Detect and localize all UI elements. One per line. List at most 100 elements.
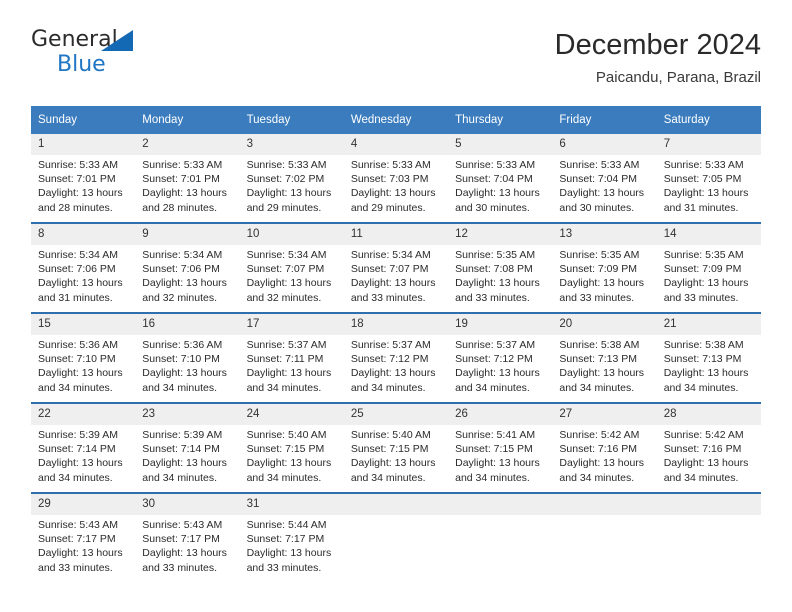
daylight-text-line1: Daylight: 13 hours (142, 367, 227, 380)
day-info: Sunrise: 5:41 AM Sunset: 7:15 PM Dayligh… (448, 425, 552, 485)
sunset-text: Sunset: 7:14 PM (38, 443, 116, 456)
day-number (343, 494, 449, 515)
day-cell[interactable]: 18 Sunrise: 5:37 AM Sunset: 7:12 PM Dayl… (343, 312, 449, 403)
day-info: Sunrise: 5:33 AM Sunset: 7:01 PM Dayligh… (31, 155, 135, 215)
day-cell[interactable]: 28 Sunrise: 5:42 AM Sunset: 7:16 PM Dayl… (656, 402, 761, 493)
daylight-text-line1: Daylight: 13 hours (38, 277, 123, 290)
day-info: Sunrise: 5:33 AM Sunset: 7:02 PM Dayligh… (240, 155, 344, 215)
sunrise-text: Sunrise: 5:35 AM (455, 249, 536, 261)
day-cell[interactable]: 9 Sunrise: 5:34 AM Sunset: 7:06 PM Dayli… (135, 222, 240, 313)
day-cell[interactable]: 24 Sunrise: 5:40 AM Sunset: 7:15 PM Dayl… (239, 402, 344, 493)
day-cell[interactable]: 7 Sunrise: 5:33 AM Sunset: 7:05 PM Dayli… (656, 134, 761, 223)
day-info: Sunrise: 5:34 AM Sunset: 7:07 PM Dayligh… (240, 245, 344, 305)
day-number: 1 (31, 134, 136, 155)
day-cell[interactable]: 14 Sunrise: 5:35 AM Sunset: 7:09 PM Dayl… (656, 222, 761, 313)
daylight-text-line2: and 34 minutes. (246, 471, 322, 484)
day-cell-empty (656, 492, 761, 582)
day-info: Sunrise: 5:42 AM Sunset: 7:16 PM Dayligh… (657, 425, 761, 485)
day-info: Sunrise: 5:33 AM Sunset: 7:03 PM Dayligh… (344, 155, 448, 215)
day-cell[interactable]: 3 Sunrise: 5:33 AM Sunset: 7:02 PM Dayli… (239, 134, 344, 223)
sunrise-text: Sunrise: 5:37 AM (455, 339, 536, 351)
day-cell[interactable]: 27 Sunrise: 5:42 AM Sunset: 7:16 PM Dayl… (552, 402, 657, 493)
daylight-text-line2: and 30 minutes. (455, 201, 530, 214)
day-cell[interactable]: 26 Sunrise: 5:41 AM Sunset: 7:15 PM Dayl… (448, 402, 553, 493)
day-cell[interactable]: 20 Sunrise: 5:38 AM Sunset: 7:13 PM Dayl… (552, 312, 657, 403)
day-cell[interactable]: 16 Sunrise: 5:36 AM Sunset: 7:10 PM Dayl… (135, 312, 240, 403)
day-cell[interactable]: 22 Sunrise: 5:39 AM Sunset: 7:14 PM Dayl… (31, 402, 136, 493)
sunrise-text: Sunrise: 5:33 AM (38, 159, 118, 171)
day-number: 6 (552, 134, 657, 155)
sunset-text: Sunset: 7:17 PM (38, 533, 116, 546)
day-cell[interactable]: 12 Sunrise: 5:35 AM Sunset: 7:08 PM Dayl… (448, 222, 553, 313)
day-info: Sunrise: 5:33 AM Sunset: 7:04 PM Dayligh… (448, 155, 552, 215)
day-cell[interactable]: 5 Sunrise: 5:33 AM Sunset: 7:04 PM Dayli… (448, 134, 553, 223)
daylight-text-line1: Daylight: 13 hours (350, 277, 436, 290)
sunrise-text: Sunrise: 5:36 AM (142, 339, 223, 351)
day-cell[interactable]: 25 Sunrise: 5:40 AM Sunset: 7:15 PM Dayl… (343, 402, 449, 493)
sunset-text: Sunset: 7:07 PM (350, 263, 429, 276)
day-info: Sunrise: 5:42 AM Sunset: 7:16 PM Dayligh… (552, 425, 656, 485)
weekday-header-friday: Friday (552, 106, 657, 134)
daylight-text-line2: and 34 minutes. (350, 381, 426, 394)
daylight-text-line2: and 28 minutes. (142, 201, 217, 214)
day-cell[interactable]: 1 Sunrise: 5:33 AM Sunset: 7:01 PM Dayli… (31, 134, 136, 223)
sunset-text: Sunset: 7:15 PM (455, 443, 533, 456)
day-cell[interactable]: 4 Sunrise: 5:33 AM Sunset: 7:03 PM Dayli… (343, 134, 449, 223)
daylight-text-line1: Daylight: 13 hours (38, 547, 123, 560)
daylight-text-line2: and 33 minutes. (142, 561, 217, 574)
day-cell[interactable]: 13 Sunrise: 5:35 AM Sunset: 7:09 PM Dayl… (552, 222, 657, 313)
day-cell-empty (552, 492, 657, 582)
day-info: Sunrise: 5:35 AM Sunset: 7:08 PM Dayligh… (448, 245, 552, 305)
day-cell[interactable]: 6 Sunrise: 5:33 AM Sunset: 7:04 PM Dayli… (552, 134, 657, 223)
sunset-text: Sunset: 7:10 PM (142, 353, 220, 366)
weekday-header-thursday: Thursday (448, 106, 553, 134)
weekday-header-monday: Monday (135, 106, 240, 134)
day-number: 21 (656, 314, 761, 335)
day-cell[interactable]: 10 Sunrise: 5:34 AM Sunset: 7:07 PM Dayl… (239, 222, 344, 313)
weekday-header-saturday: Saturday (656, 106, 761, 134)
weekday-header-tuesday: Tuesday (239, 106, 344, 134)
sunset-text: Sunset: 7:12 PM (350, 353, 429, 366)
day-cell[interactable]: 2 Sunrise: 5:33 AM Sunset: 7:01 PM Dayli… (135, 134, 240, 223)
day-number: 19 (448, 314, 553, 335)
sunrise-text: Sunrise: 5:38 AM (663, 339, 744, 351)
sunrise-text: Sunrise: 5:42 AM (663, 429, 744, 441)
daylight-text-line2: and 34 minutes. (455, 381, 530, 394)
day-cell[interactable]: 29 Sunrise: 5:43 AM Sunset: 7:17 PM Dayl… (31, 492, 136, 582)
day-info: Sunrise: 5:34 AM Sunset: 7:06 PM Dayligh… (31, 245, 135, 305)
sunset-text: Sunset: 7:14 PM (142, 443, 220, 456)
sunset-text: Sunset: 7:17 PM (246, 533, 325, 546)
page-title: December 2024 (554, 29, 761, 61)
day-cell[interactable]: 31 Sunrise: 5:44 AM Sunset: 7:17 PM Dayl… (239, 492, 344, 582)
day-cell[interactable]: 15 Sunrise: 5:36 AM Sunset: 7:10 PM Dayl… (31, 312, 136, 403)
brand-logo[interactable]: General Blue (31, 28, 251, 77)
sunrise-text: Sunrise: 5:35 AM (663, 249, 744, 261)
day-cell[interactable]: 17 Sunrise: 5:37 AM Sunset: 7:11 PM Dayl… (239, 312, 344, 403)
day-cell[interactable]: 11 Sunrise: 5:34 AM Sunset: 7:07 PM Dayl… (343, 222, 449, 313)
calendar-body: 1 Sunrise: 5:33 AM Sunset: 7:01 PM Dayli… (31, 134, 761, 582)
day-number: 29 (31, 494, 136, 515)
sunrise-text: Sunrise: 5:36 AM (38, 339, 118, 351)
day-cell[interactable]: 19 Sunrise: 5:37 AM Sunset: 7:12 PM Dayl… (448, 312, 553, 403)
daylight-text-line1: Daylight: 13 hours (559, 367, 645, 380)
day-info: Sunrise: 5:37 AM Sunset: 7:11 PM Dayligh… (240, 335, 344, 395)
day-number: 16 (135, 314, 240, 335)
sunset-text: Sunset: 7:15 PM (246, 443, 325, 456)
day-cell[interactable]: 23 Sunrise: 5:39 AM Sunset: 7:14 PM Dayl… (135, 402, 240, 493)
daylight-text-line2: and 34 minutes. (142, 471, 217, 484)
sunrise-text: Sunrise: 5:33 AM (142, 159, 223, 171)
daylight-text-line2: and 34 minutes. (455, 471, 530, 484)
sunset-text: Sunset: 7:12 PM (455, 353, 533, 366)
sunset-text: Sunset: 7:07 PM (246, 263, 325, 276)
day-number: 30 (135, 494, 240, 515)
daylight-text-line2: and 30 minutes. (559, 201, 635, 214)
day-cell[interactable]: 8 Sunrise: 5:34 AM Sunset: 7:06 PM Dayli… (31, 222, 136, 313)
daylight-text-line1: Daylight: 13 hours (350, 367, 436, 380)
day-cell[interactable]: 21 Sunrise: 5:38 AM Sunset: 7:13 PM Dayl… (656, 312, 761, 403)
daylight-text-line2: and 33 minutes. (246, 561, 322, 574)
day-number: 17 (239, 314, 344, 335)
daylight-text-line1: Daylight: 13 hours (142, 547, 227, 560)
day-info: Sunrise: 5:43 AM Sunset: 7:17 PM Dayligh… (31, 515, 135, 575)
daylight-text-line2: and 34 minutes. (38, 471, 113, 484)
day-cell[interactable]: 30 Sunrise: 5:43 AM Sunset: 7:17 PM Dayl… (135, 492, 240, 582)
